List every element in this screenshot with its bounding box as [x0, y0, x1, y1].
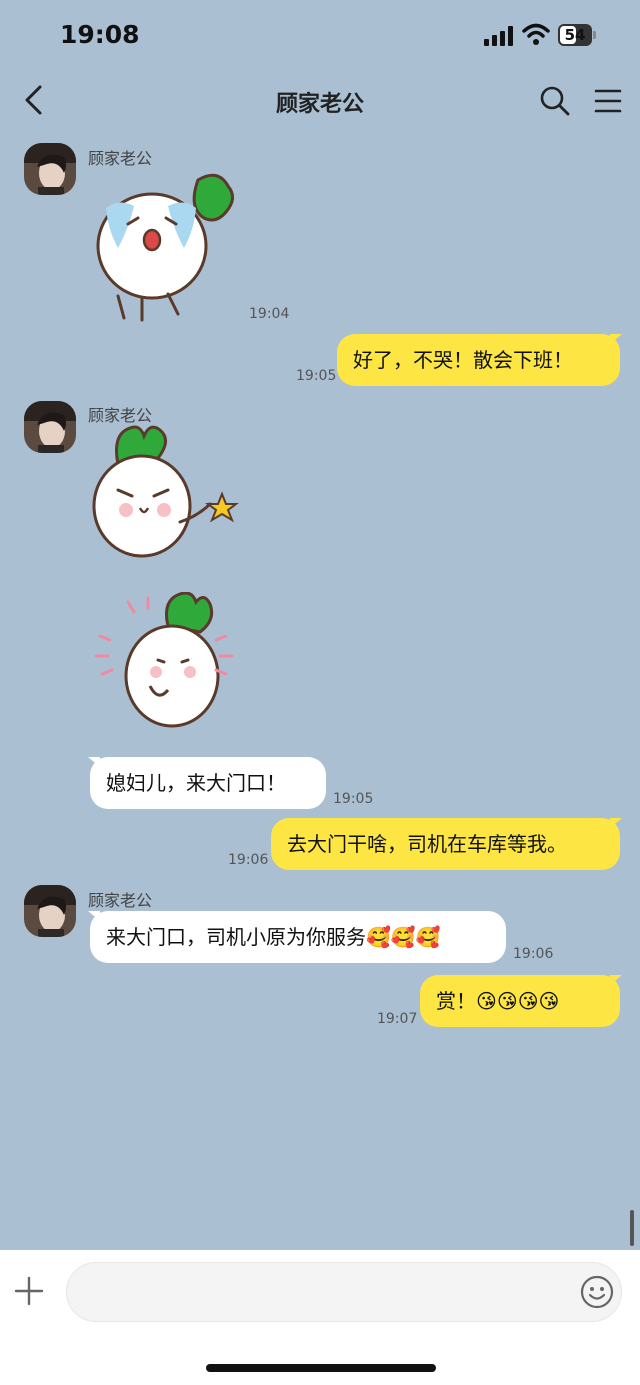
message-time: 19:05: [296, 368, 337, 384]
avatar[interactable]: [24, 143, 76, 195]
message-bubble-incoming[interactable]: 媳妇儿，来大门口！: [90, 757, 326, 809]
scrollbar[interactable]: [630, 1210, 634, 1246]
message-time: 19:06: [228, 852, 269, 868]
sender-name: 顾家老公: [88, 149, 153, 168]
bubble-tail: [610, 818, 622, 828]
battery-indicator: 54: [558, 24, 598, 48]
message-input[interactable]: [66, 1262, 622, 1322]
bubble-tail: [88, 911, 100, 921]
message-time: 19:04: [249, 306, 290, 322]
message-time: 19:06: [513, 946, 554, 962]
radish-pointing-star-sticker[interactable]: [88, 424, 248, 584]
battery-level: 54: [564, 26, 586, 44]
home-indicator: [206, 1364, 436, 1372]
cellular-signal-icon: [484, 26, 513, 46]
wifi-icon: [522, 23, 550, 45]
status-time: 19:08: [60, 20, 140, 49]
bubble-tail: [610, 334, 622, 344]
message-bubble-outgoing[interactable]: 好了，不哭！散会下班！: [337, 334, 620, 386]
avatar[interactable]: [24, 401, 76, 453]
message-bubble-incoming[interactable]: 来大门口，司机小原为你服务🥰🥰🥰: [90, 911, 506, 963]
emoji-icon[interactable]: [580, 1275, 614, 1309]
sender-name: 顾家老公: [88, 891, 153, 910]
message-bubble-outgoing[interactable]: 赏！😘😘😘😘: [420, 975, 620, 1027]
bubble-tail: [88, 757, 100, 767]
message-time: 19:05: [333, 791, 374, 807]
radish-giggling-sticker[interactable]: [88, 592, 248, 752]
message-bubble-outgoing[interactable]: 去大门干啥，司机在车库等我。: [271, 818, 620, 870]
message-time: 19:07: [377, 1011, 418, 1027]
radish-crying-sticker[interactable]: [88, 168, 248, 328]
menu-icon[interactable]: [594, 88, 622, 114]
sender-name: 顾家老公: [88, 406, 153, 425]
plus-icon[interactable]: [14, 1276, 44, 1306]
search-icon[interactable]: [540, 86, 570, 116]
bubble-tail: [610, 975, 622, 985]
avatar[interactable]: [24, 885, 76, 937]
